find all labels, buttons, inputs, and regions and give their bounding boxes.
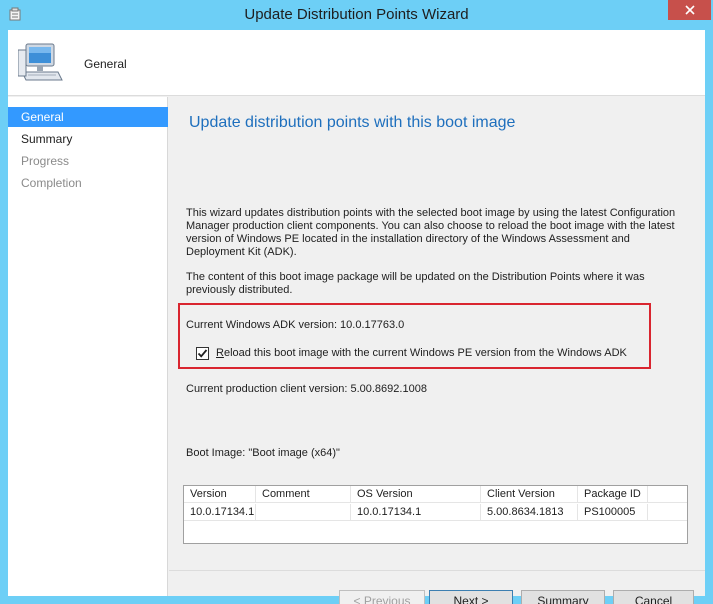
computer-icon [18, 43, 63, 81]
table-header: Version Comment OS Version Client Versio… [184, 486, 687, 503]
summary-button-label: ummary [545, 594, 589, 604]
column-header-package-id[interactable]: Package ID [578, 486, 648, 502]
adk-version-text: Current Windows ADK version: 10.0.17763.… [186, 319, 405, 331]
column-header-client-version[interactable]: Client Version [481, 486, 578, 502]
cell-version: 10.0.17134.1 [184, 504, 256, 520]
column-header-filler [648, 486, 687, 502]
next-button[interactable]: Next > [429, 590, 513, 604]
checkmark-icon [197, 348, 208, 358]
boot-image-text: Boot Image: "Boot image (x64)" [186, 447, 340, 459]
reload-boot-image-option[interactable]: Reload this boot image with the current … [196, 345, 627, 361]
reload-boot-image-label[interactable]: Reload this boot image with the current … [216, 347, 627, 359]
sidebar-item-progress: Progress [21, 154, 70, 168]
client-version-text: Current production client version: 5.00.… [186, 383, 427, 395]
column-header-os-version[interactable]: OS Version [351, 486, 481, 502]
next-button-label: ext > [462, 594, 489, 604]
wizard-header: General [8, 30, 705, 96]
sidebar-item-general[interactable]: General [8, 107, 168, 127]
footer-divider [169, 570, 705, 571]
title-bar[interactable]: Update Distribution Points Wizard [0, 0, 713, 30]
cell-filler [648, 504, 687, 520]
close-button[interactable] [668, 0, 711, 20]
content-note: The content of this boot image package w… [186, 271, 645, 296]
reload-accelerator-key: R [216, 347, 224, 359]
close-icon [684, 5, 695, 15]
reload-label-text: eload this boot image with the current W… [223, 347, 627, 359]
summary-button[interactable]: Summary [521, 590, 605, 604]
wizard-window: Update Distribution Points Wizard Genera… [0, 0, 713, 604]
wizard-client-area: General General Summary Progress Complet… [8, 30, 705, 604]
cell-package-id: PS100005 [578, 504, 648, 520]
wizard-steps-sidebar: General Summary Progress Completion [8, 97, 168, 596]
header-title: General [84, 57, 127, 71]
window-title: Update Distribution Points Wizard [244, 6, 469, 23]
wizard-description: This wizard updates distribution points … [186, 207, 676, 258]
column-header-version[interactable]: Version [184, 486, 256, 502]
page-heading: Update distribution points with this boo… [189, 114, 516, 131]
table-row[interactable]: 10.0.17134.1 10.0.17134.1 5.00.8634.1813… [184, 504, 687, 521]
next-accelerator-key: N [453, 594, 463, 604]
cancel-button[interactable]: Cancel [613, 590, 694, 604]
boot-image-table[interactable]: Version Comment OS Version Client Versio… [183, 485, 688, 544]
previous-button-label: < Previous [353, 594, 411, 604]
reload-boot-image-checkbox[interactable] [196, 346, 209, 360]
sidebar-item-summary[interactable]: Summary [8, 129, 168, 149]
wizard-main-panel: Update distribution points with this boo… [169, 97, 705, 604]
column-header-comment[interactable]: Comment [256, 486, 351, 502]
previous-button[interactable]: < Previous [339, 590, 425, 604]
cell-client-version: 5.00.8634.1813 [481, 504, 578, 520]
sidebar-item-completion: Completion [21, 176, 82, 190]
cell-os-version: 10.0.17134.1 [351, 504, 481, 520]
cell-comment [256, 504, 351, 520]
